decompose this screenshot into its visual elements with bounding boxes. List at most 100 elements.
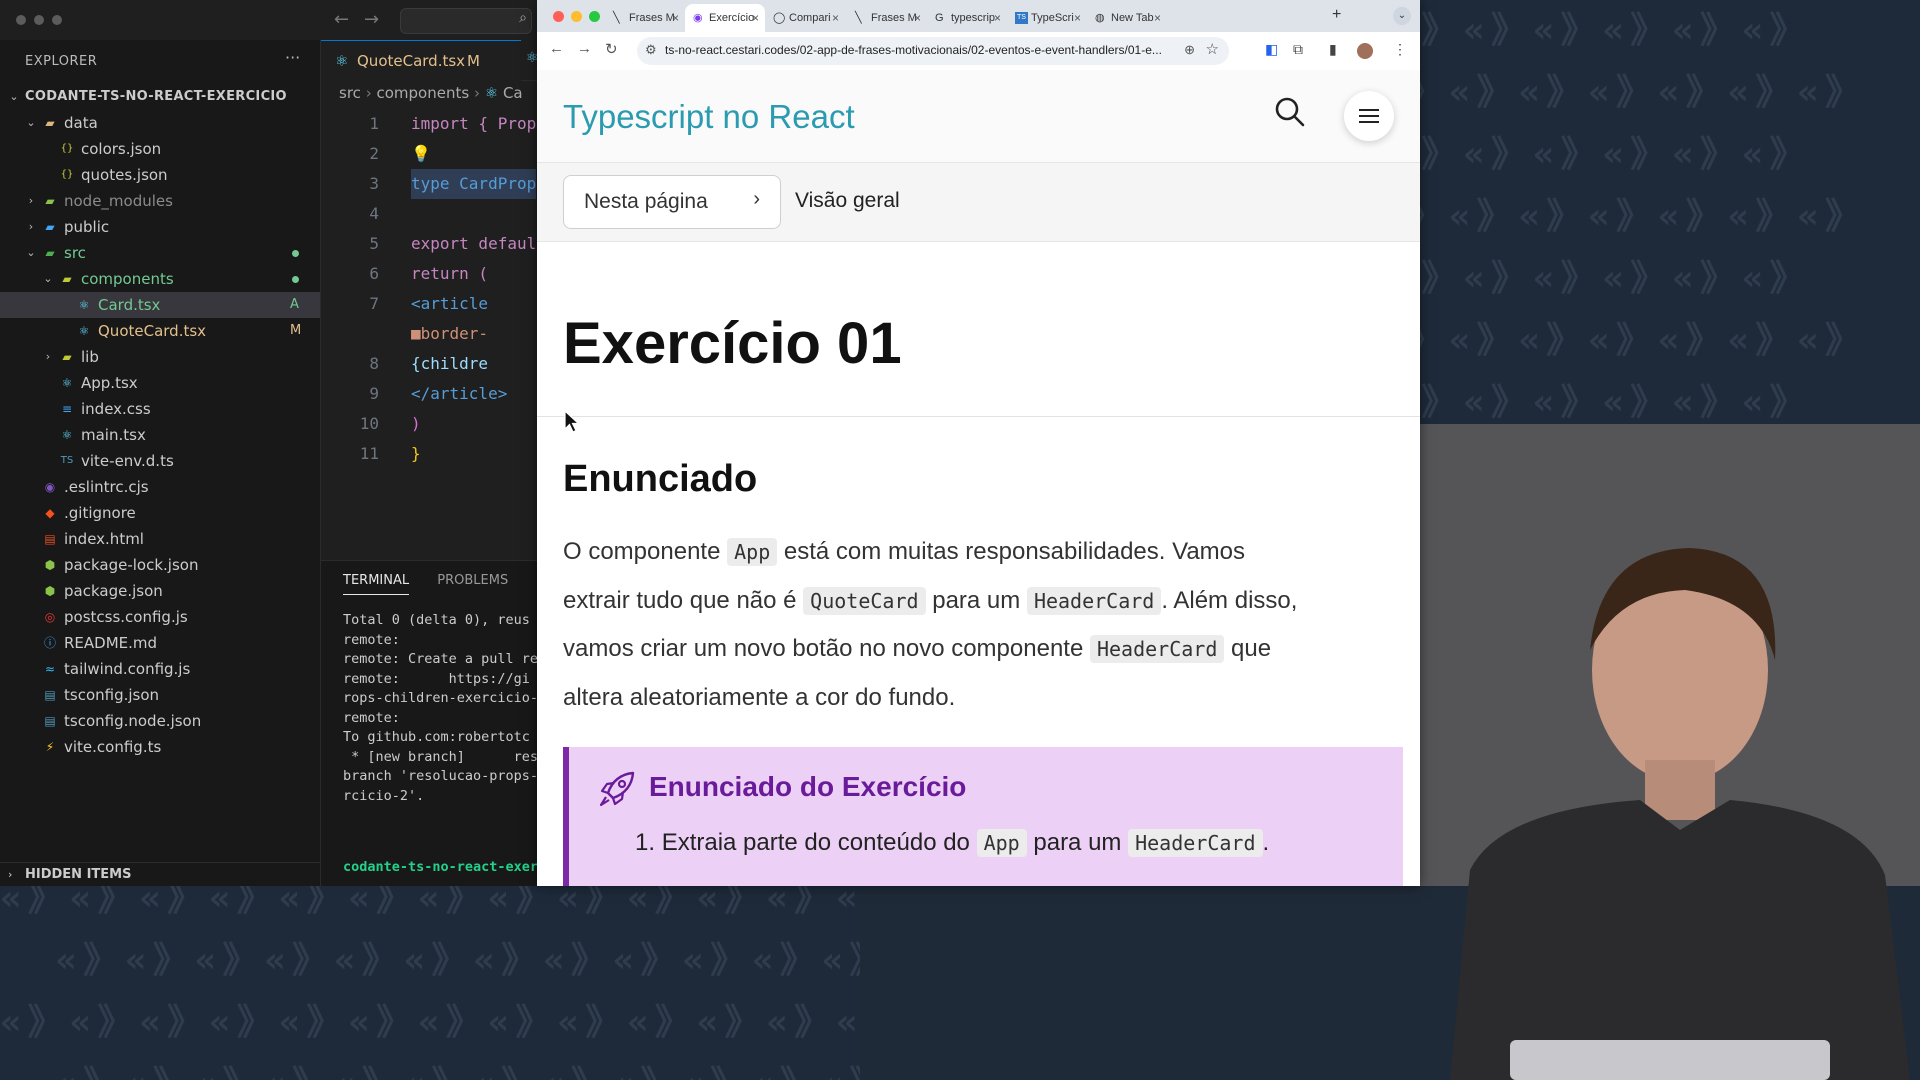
tree-item[interactable]: ⓘ README.md bbox=[0, 630, 320, 656]
code-line[interactable]: 2 💡 bbox=[321, 139, 540, 169]
window-minimize-icon[interactable] bbox=[571, 11, 582, 22]
browser-tab[interactable]: TS TypeScri × bbox=[1007, 4, 1087, 32]
bookmark-star-icon[interactable]: ☆ bbox=[1206, 40, 1219, 58]
tab-problems[interactable]: PROBLEMS bbox=[437, 573, 508, 594]
code-line[interactable]: 9 </article> bbox=[321, 379, 540, 409]
close-icon[interactable]: × bbox=[914, 4, 921, 32]
tree-item[interactable]: {} quotes.json bbox=[0, 162, 320, 188]
prompt-path: codante-ts-no-react-exer bbox=[343, 859, 539, 875]
code-line[interactable]: 11} bbox=[321, 439, 540, 469]
hamburger-menu-button[interactable] bbox=[1344, 91, 1394, 141]
line-number: 10 bbox=[359, 414, 379, 433]
tree-item-label: tailwind.config.js bbox=[64, 660, 191, 678]
back-arrow-icon[interactable]: ← bbox=[334, 9, 349, 30]
tree-item[interactable]: TS vite-env.d.ts bbox=[0, 448, 320, 474]
search-icon: ⌕ bbox=[519, 10, 527, 26]
tree-item[interactable]: ⚛ App.tsx bbox=[0, 370, 320, 396]
site-title[interactable]: Typescript no React bbox=[563, 98, 855, 136]
tree-item[interactable]: {} colors.json bbox=[0, 136, 320, 162]
breadcrumb-src[interactable]: src bbox=[339, 84, 361, 102]
tree-item[interactable]: ⚡ vite.config.ts bbox=[0, 734, 320, 760]
tree-item[interactable]: ⚛ QuoteCard.tsx M bbox=[0, 318, 320, 344]
browser-tab[interactable]: ╲ Frases M × bbox=[847, 4, 927, 32]
tree-item[interactable]: ⌄ ▰ src bbox=[0, 240, 320, 266]
new-tab-button[interactable]: + bbox=[1332, 6, 1341, 24]
browser-tab[interactable]: ╲ Frases M × bbox=[605, 4, 685, 32]
search-icon[interactable] bbox=[1274, 96, 1306, 128]
react-icon: ⚛ bbox=[61, 428, 73, 442]
address-bar[interactable]: ⚙ ts-no-react.cestari.codes/02-app-de-fr… bbox=[637, 37, 1229, 65]
tree-item[interactable]: ⚛ Card.tsx A bbox=[0, 292, 320, 318]
forward-arrow-icon[interactable]: → bbox=[577, 40, 592, 57]
tree-item[interactable]: ⌄ ▰ components bbox=[0, 266, 320, 292]
close-icon[interactable]: × bbox=[994, 4, 1001, 32]
code-line[interactable]: 3 type CardProp bbox=[321, 169, 540, 199]
tree-item[interactable]: ⬢ package-lock.json bbox=[0, 552, 320, 578]
tree-item[interactable]: ◉ .eslintrc.cjs bbox=[0, 474, 320, 500]
close-icon[interactable]: × bbox=[1074, 4, 1081, 32]
hidden-items-section[interactable]: › HIDDEN ITEMS bbox=[0, 862, 320, 886]
side-panel-icon[interactable]: ▮ bbox=[1329, 41, 1337, 58]
url-text: ts-no-react.cestari.codes/02-app-de-fras… bbox=[665, 43, 1162, 57]
code-line[interactable]: 8 {childre bbox=[321, 349, 540, 379]
window-maximize-icon[interactable] bbox=[52, 15, 62, 25]
code-line[interactable]: 5 export defaul bbox=[321, 229, 540, 259]
back-arrow-icon[interactable]: ← bbox=[549, 40, 564, 57]
window-close-icon[interactable] bbox=[16, 15, 26, 25]
reload-icon[interactable]: ↻ bbox=[605, 40, 618, 58]
close-icon[interactable]: × bbox=[752, 4, 759, 32]
tree-item[interactable]: ◆ .gitignore bbox=[0, 500, 320, 526]
command-center-search[interactable]: ⌕ bbox=[400, 8, 532, 34]
list-number: 1. bbox=[635, 829, 656, 856]
menu-kebab-icon[interactable]: ⋮ bbox=[1393, 41, 1407, 58]
browser-tab[interactable]: ◯ Compari × bbox=[765, 4, 845, 32]
more-actions-icon[interactable]: ··· bbox=[285, 48, 300, 67]
browser-tab[interactable]: ◉ Exercício × bbox=[685, 4, 765, 32]
tree-item-label: node_modules bbox=[64, 192, 173, 210]
tree-item-label: colors.json bbox=[81, 140, 162, 158]
extension-bitwarden-icon[interactable]: ◧ bbox=[1265, 41, 1278, 58]
window-close-icon[interactable] bbox=[553, 11, 564, 22]
tree-item[interactable]: ⬢ package.json bbox=[0, 578, 320, 604]
tree-item[interactable]: ▤ tsconfig.node.json bbox=[0, 708, 320, 734]
code-line[interactable]: 1 import { Prop bbox=[321, 109, 540, 139]
tab-search-icon[interactable]: ⌄ bbox=[1393, 7, 1411, 25]
window-maximize-icon[interactable] bbox=[589, 11, 600, 22]
code-line[interactable]: ■border- bbox=[321, 319, 540, 349]
close-icon[interactable]: × bbox=[1154, 4, 1161, 32]
tree-item[interactable]: ◎ postcss.config.js bbox=[0, 604, 320, 630]
tree-item[interactable]: › ▰ lib bbox=[0, 344, 320, 370]
code-line[interactable]: 7 <article bbox=[321, 289, 540, 319]
tree-item[interactable]: › ▰ node_modules bbox=[0, 188, 320, 214]
terminal-prompt[interactable]: codante-ts-no-react-exer s → ▯ bbox=[343, 819, 538, 886]
close-icon[interactable]: × bbox=[672, 4, 679, 32]
forward-arrow-icon[interactable]: → bbox=[364, 9, 379, 30]
tree-item[interactable]: ⌄ ▰ data bbox=[0, 110, 320, 136]
code-editor[interactable]: 1 import { Prop 2 💡 3 type CardProp 4 5 export d… bbox=[321, 109, 540, 469]
code-line[interactable]: 4 bbox=[321, 199, 540, 229]
tree-item[interactable]: › ▰ public bbox=[0, 214, 320, 240]
tree-item[interactable]: ≡ index.css bbox=[0, 396, 320, 422]
workspace-root[interactable]: ⌄ CODANTE-TS-NO-REACT-EXERCICIO bbox=[0, 84, 320, 110]
editor-tab-quotecard[interactable]: ⚛ QuoteCard.tsx M bbox=[321, 40, 521, 81]
tree-item[interactable]: ≈ tailwind.config.js bbox=[0, 656, 320, 682]
extensions-puzzle-icon[interactable]: ⧉ bbox=[1293, 41, 1303, 58]
code-line[interactable]: 6 return ( bbox=[321, 259, 540, 289]
tab-terminal[interactable]: TERMINAL bbox=[343, 573, 410, 595]
tree-item[interactable]: ⚛ main.tsx bbox=[0, 422, 320, 448]
editor-tabbar: ⚛ QuoteCard.tsx M ⚛ bbox=[321, 40, 540, 81]
nesta-pagina-button[interactable]: Nesta página › bbox=[563, 175, 781, 229]
tree-item[interactable]: ▤ index.html bbox=[0, 526, 320, 552]
site-info-icon[interactable]: ⚙ bbox=[645, 42, 657, 58]
window-minimize-icon[interactable] bbox=[34, 15, 44, 25]
workspace-root-label: CODANTE-TS-NO-REACT-EXERCICIO bbox=[25, 89, 287, 104]
profile-avatar[interactable] bbox=[1357, 43, 1373, 59]
zoom-icon[interactable]: ⊕ bbox=[1184, 42, 1195, 58]
browser-tab[interactable]: ◍ New Tab × bbox=[1087, 4, 1167, 32]
breadcrumb-components[interactable]: components bbox=[376, 84, 469, 102]
close-icon[interactable]: × bbox=[832, 4, 839, 32]
code-line[interactable]: 10 ) bbox=[321, 409, 540, 439]
browser-tab[interactable]: Gtypescrip × bbox=[927, 4, 1007, 32]
tree-item[interactable]: ▤ tsconfig.json bbox=[0, 682, 320, 708]
breadcrumb-file[interactable]: Ca bbox=[503, 84, 523, 102]
